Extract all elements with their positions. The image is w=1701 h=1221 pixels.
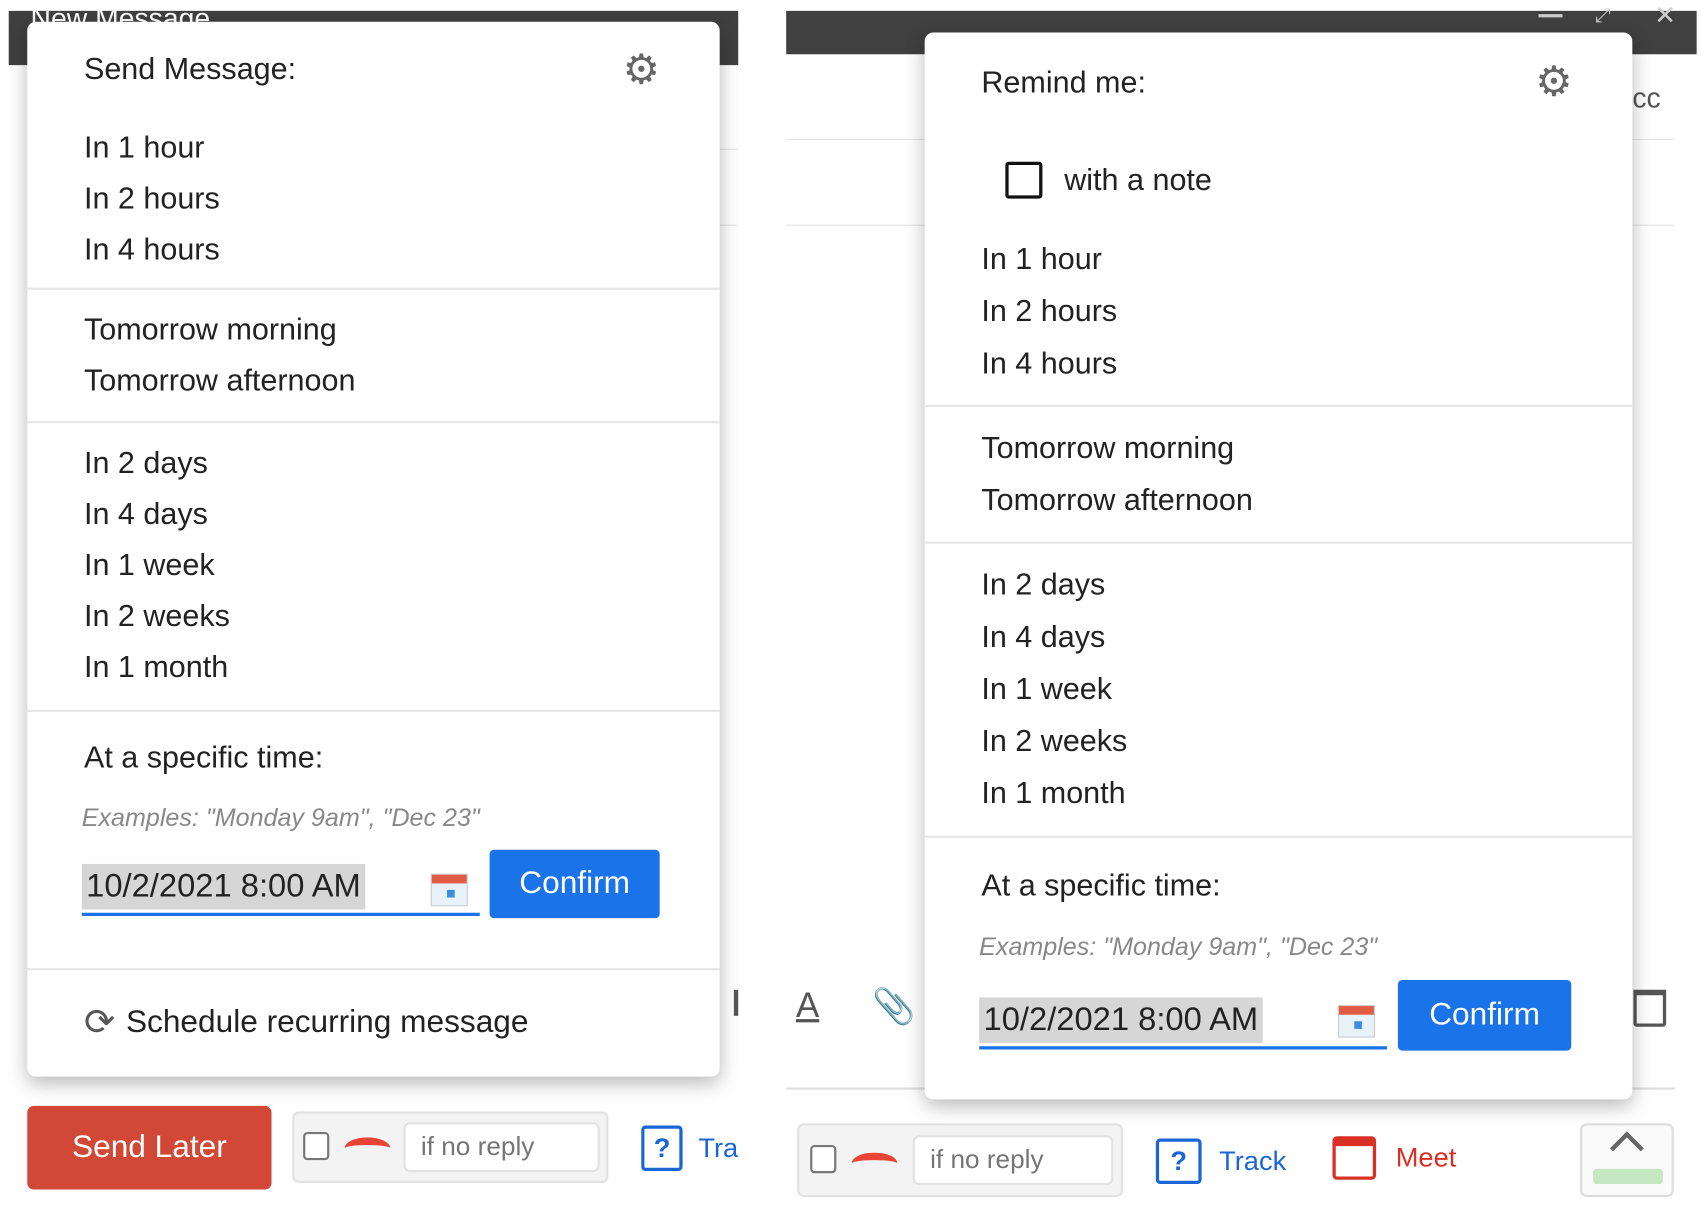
if-no-reply-input[interactable] <box>403 1122 600 1173</box>
meet-button[interactable]: Meet <box>1332 1136 1457 1180</box>
track-envelope-icon: ? <box>1155 1138 1202 1185</box>
option-in-2-weeks[interactable]: In 2 weeks <box>981 715 1632 767</box>
confirm-button[interactable]: Confirm <box>489 849 660 919</box>
option-in-4-hours[interactable]: In 4 hours <box>84 224 720 275</box>
remind-me-popup: Remind me: ⚙ with a note In 1 hour In 2 … <box>924 32 1633 1100</box>
option-in-1-hour[interactable]: In 1 hour <box>84 122 720 173</box>
confirm-button[interactable]: Confirm <box>1397 980 1572 1051</box>
track-envelope-icon: ? <box>641 1125 684 1172</box>
option-in-1-hour[interactable]: In 1 hour <box>981 233 1632 285</box>
expand-toolbar-button[interactable] <box>1579 1123 1674 1198</box>
option-in-2-hours[interactable]: In 2 hours <box>84 173 720 224</box>
if-no-reply-input[interactable] <box>912 1135 1114 1186</box>
schedule-recurring-button[interactable]: ⟳ Schedule recurring message <box>84 1001 529 1044</box>
close-icon[interactable]: ✕ <box>1654 0 1676 31</box>
option-in-2-days[interactable]: In 2 days <box>84 437 720 488</box>
followup-checkbox[interactable] <box>810 1144 837 1174</box>
calendar-icon[interactable] <box>1337 1004 1375 1038</box>
option-in-4-days[interactable]: In 4 days <box>84 488 720 539</box>
option-in-4-hours[interactable]: In 4 hours <box>981 338 1632 390</box>
gear-icon[interactable]: ⚙ <box>623 50 660 91</box>
popup-title: Remind me: <box>981 65 1146 99</box>
option-tomorrow-morning[interactable]: Tomorrow morning <box>981 422 1632 474</box>
track-label: Tra <box>698 1132 739 1163</box>
section-hours: In 1 hour In 2 hours In 4 hours <box>924 233 1633 407</box>
date-input[interactable]: 10/2/2021 8:00 AM <box>81 849 480 916</box>
with-note-option[interactable]: with a note <box>1005 154 1212 205</box>
chevron-up-icon <box>1609 1131 1644 1166</box>
note-label: with a note <box>1064 162 1212 197</box>
calendar-meet-icon <box>1332 1136 1377 1180</box>
followup-checkbox[interactable] <box>303 1131 330 1161</box>
section-days: In 2 days In 4 days In 1 week In 2 weeks… <box>27 423 720 712</box>
option-tomorrow-morning[interactable]: Tomorrow morning <box>84 304 720 355</box>
option-in-1-week[interactable]: In 1 week <box>981 663 1632 715</box>
track-button[interactable]: ? Tra <box>641 1125 739 1172</box>
text-format-icon[interactable]: A <box>796 985 819 1025</box>
refresh-icon: ⟳ <box>83 1001 116 1043</box>
recurring-label: Schedule recurring message <box>125 1004 529 1040</box>
option-in-1-month[interactable]: In 1 month <box>84 641 720 692</box>
option-in-2-days[interactable]: In 2 days <box>981 559 1632 611</box>
meet-label: Meet <box>1395 1142 1457 1173</box>
cc-link[interactable]: cc <box>1632 81 1660 115</box>
option-tomorrow-afternoon[interactable]: Tomorrow afternoon <box>84 355 720 406</box>
specific-time-label: At a specific time: <box>83 740 324 774</box>
minimize-icon[interactable] <box>1538 14 1563 18</box>
option-in-2-hours[interactable]: In 2 hours <box>981 285 1632 337</box>
boomerang-icon <box>344 1137 391 1159</box>
examples-hint: Examples: "Monday 9am", "Dec 23" <box>81 803 480 832</box>
popup-title: Send Message: <box>83 52 297 86</box>
specific-time-label: At a specific time: <box>981 868 1221 902</box>
boomerang-icon <box>851 1152 898 1175</box>
note-checkbox[interactable] <box>1005 161 1043 199</box>
followup-box <box>797 1123 1124 1198</box>
calendar-icon[interactable] <box>430 873 468 907</box>
option-in-4-days[interactable]: In 4 days <box>981 611 1632 663</box>
send-later-button[interactable]: Send Later <box>27 1105 272 1190</box>
section-hours: In 1 hour In 2 hours In 4 hours <box>27 119 720 290</box>
section-tomorrow: Tomorrow morning Tomorrow afternoon <box>924 407 1633 544</box>
date-value[interactable]: 10/2/2021 8:00 AM <box>81 863 366 910</box>
expand-icon[interactable]: ⤢ <box>1595 4 1611 27</box>
trash-icon[interactable] <box>1633 989 1667 1027</box>
followup-box <box>292 1111 609 1183</box>
section-days: In 2 days In 4 days In 1 week In 2 weeks… <box>924 544 1633 838</box>
examples-hint: Examples: "Monday 9am", "Dec 23" <box>979 932 1378 961</box>
option-in-1-week[interactable]: In 1 week <box>84 539 720 590</box>
attach-icon[interactable]: 📎 <box>872 985 915 1026</box>
track-label: Track <box>1219 1145 1287 1176</box>
option-in-2-weeks[interactable]: In 2 weeks <box>84 590 720 641</box>
section-tomorrow: Tomorrow morning Tomorrow afternoon <box>27 290 720 424</box>
gear-icon[interactable]: ⚙ <box>1535 62 1572 103</box>
send-later-popup: Send Message: ⚙ In 1 hour In 2 hours In … <box>27 21 720 1077</box>
track-button[interactable]: ? Track <box>1155 1138 1287 1185</box>
date-value[interactable]: 10/2/2021 8:00 AM <box>979 997 1263 1043</box>
option-tomorrow-afternoon[interactable]: Tomorrow afternoon <box>981 474 1632 526</box>
option-in-1-month[interactable]: In 1 month <box>981 767 1632 819</box>
date-input[interactable]: 10/2/2021 8:00 AM <box>979 982 1387 1050</box>
